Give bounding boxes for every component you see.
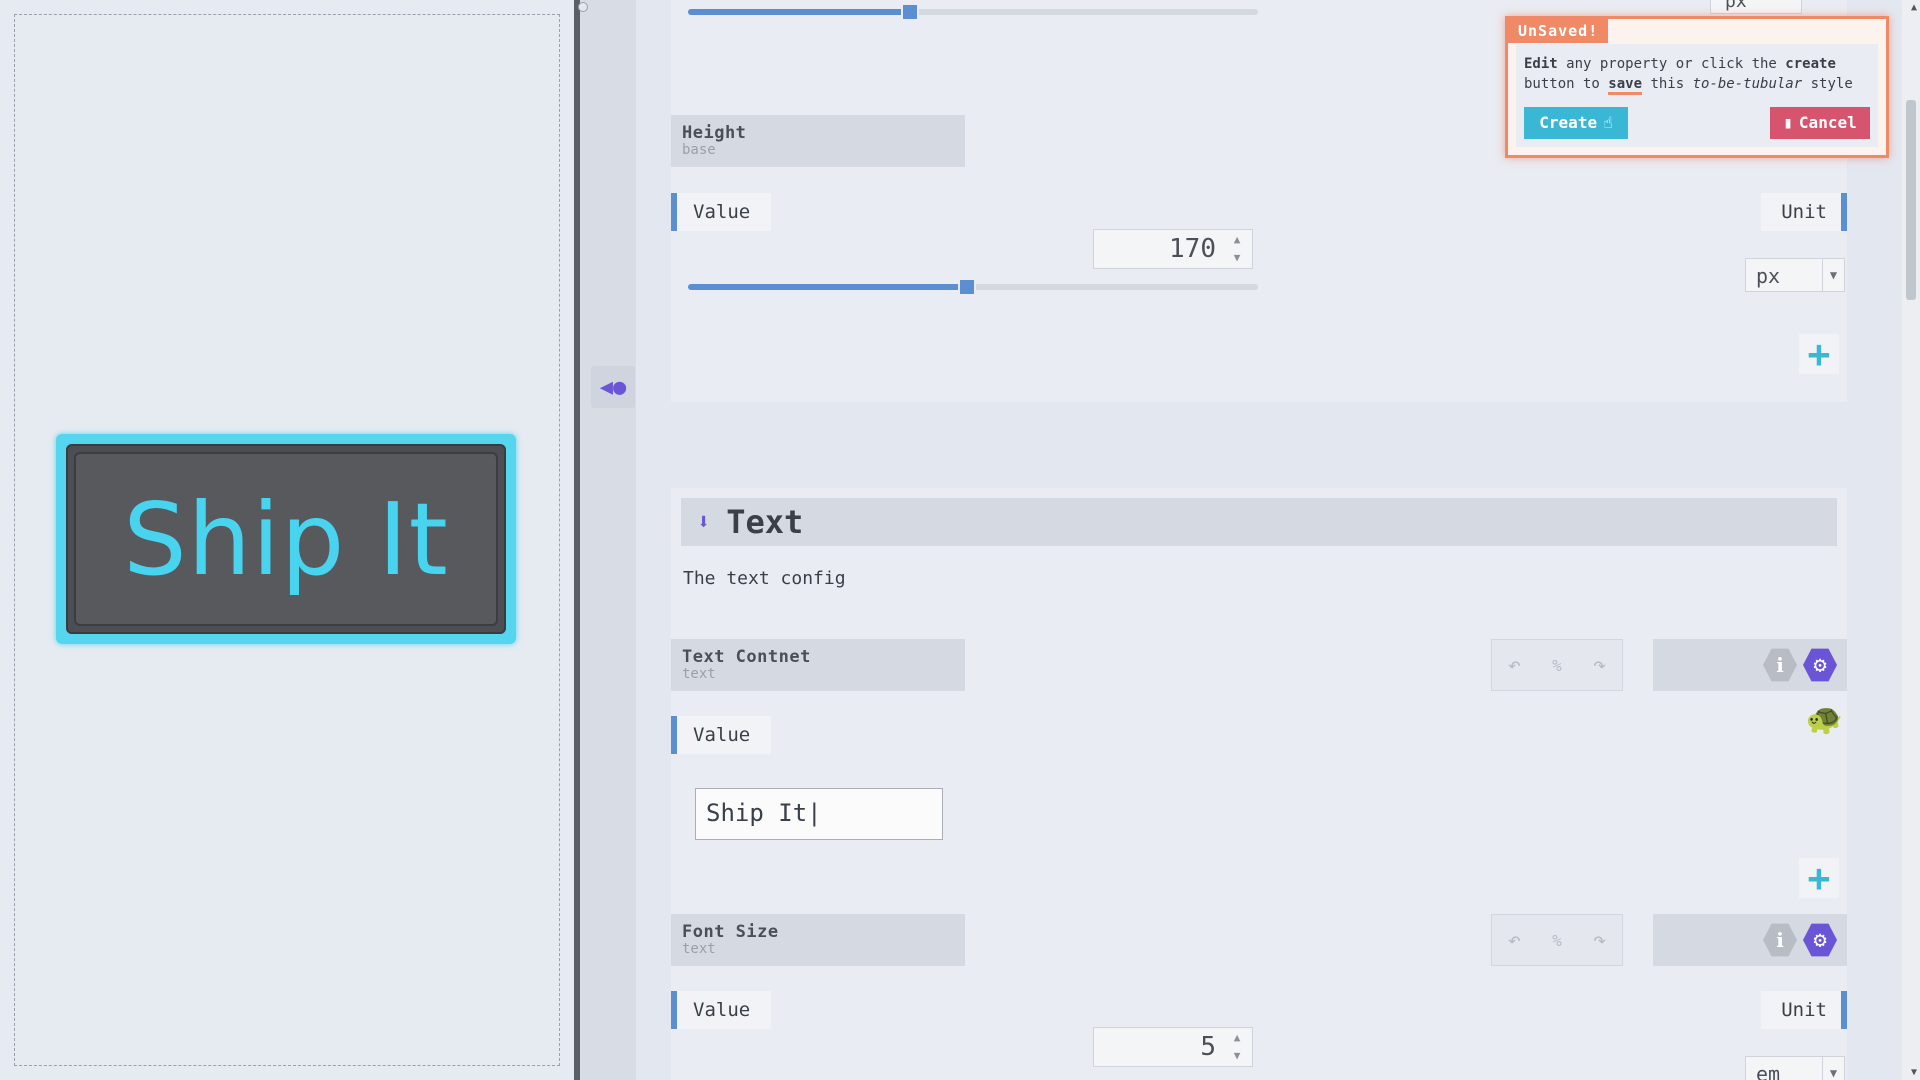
text-content-value-label: Value — [671, 716, 771, 754]
add-height-value-button[interactable]: + — [1799, 332, 1839, 376]
collapse-preview-button[interactable]: ◀● — [591, 366, 635, 408]
create-word: create — [1785, 56, 1836, 72]
font-size-unit-select[interactable]: em ▼ — [1745, 1056, 1845, 1080]
preview-button-inner: Ship It — [66, 444, 506, 634]
top-unit-select[interactable]: px — [1710, 0, 1802, 14]
width-slider[interactable] — [688, 3, 1258, 21]
width-slider-fill — [688, 9, 911, 15]
editor-main: Height base Value Unit 170 ▲ ▼ px ▼ + ⬇ … — [636, 0, 1902, 1080]
font-size-meta: i ⚙ — [1653, 914, 1847, 966]
top-unit-text: px — [1725, 0, 1747, 12]
chevron-down-icon: ▼ — [1822, 1057, 1844, 1080]
font-size-prop-sub: text — [682, 941, 716, 957]
undo-icon[interactable]: ↶ — [1508, 653, 1521, 678]
info-icon[interactable]: i — [1763, 923, 1797, 957]
tubular-word: to-be-tubular — [1692, 76, 1803, 92]
height-value-text: 170 — [1169, 234, 1216, 264]
thumbs-up-icon: ☝ — [1603, 113, 1613, 132]
info-icon[interactable]: i — [1763, 648, 1797, 682]
text-caret-icon: | — [807, 799, 822, 827]
msg-part-3: this — [1642, 76, 1693, 92]
preview-button[interactable]: Ship It — [56, 434, 516, 644]
unsaved-tab: UnSaved! — [1508, 19, 1609, 43]
create-button-label: Create — [1539, 113, 1598, 132]
font-size-unit-text: em — [1756, 1062, 1781, 1080]
font-size-spinner[interactable]: ▲ ▼ — [1226, 1032, 1248, 1062]
chevron-down-icon: ▼ — [1822, 259, 1844, 291]
gear-icon[interactable]: ⚙ — [1803, 923, 1837, 957]
spin-down-icon[interactable]: ▼ — [1234, 1050, 1241, 1062]
height-slider-knob[interactable] — [958, 278, 977, 296]
save-word: save — [1608, 76, 1643, 95]
font-size-value-label: Value — [671, 991, 771, 1029]
height-slider-fill — [688, 284, 968, 290]
trash-icon: ▮ — [1783, 113, 1793, 132]
height-slider[interactable] — [688, 278, 1258, 296]
height-prop-name: Height — [682, 123, 747, 143]
gear-icon[interactable]: ⚙ — [1803, 648, 1837, 682]
add-text-content-button[interactable]: + — [1799, 856, 1839, 900]
spin-up-icon[interactable]: ▲ — [1234, 1032, 1241, 1044]
height-prop-header: Height base — [671, 115, 965, 167]
text-content-tools: ↶ % ↷ — [1491, 639, 1623, 691]
preview-button-text: Ship It — [123, 480, 449, 598]
text-content-input-value: Ship It — [706, 799, 808, 827]
plus-icon: + — [1807, 856, 1831, 900]
height-value-label: Value — [671, 193, 771, 231]
font-size-value-input[interactable]: 5 ▲ ▼ — [1093, 1027, 1253, 1067]
font-size-tools: ↶ % ↷ — [1491, 914, 1623, 966]
main-scrollbar[interactable]: ▲ ▼ — [1902, 0, 1920, 1080]
text-section-title: ⬇ Text — [681, 498, 1837, 546]
percent-icon[interactable]: % — [1552, 931, 1562, 950]
unsaved-message: Edit any property or click the create bu… — [1516, 44, 1878, 147]
plus-icon: + — [1807, 332, 1831, 376]
redo-icon[interactable]: ↷ — [1593, 653, 1606, 678]
gutter — [580, 0, 636, 1080]
spin-up-icon[interactable]: ▲ — [1234, 234, 1241, 246]
text-content-prop-sub: text — [682, 666, 716, 682]
width-slider-knob[interactable] — [901, 3, 920, 21]
font-size-unit-label: Unit — [1761, 991, 1847, 1029]
font-size-value-text: 5 — [1200, 1032, 1216, 1062]
font-size-prop-name: Font Size — [682, 922, 779, 942]
preview-button-core: Ship It — [74, 452, 498, 626]
spin-down-icon[interactable]: ▼ — [1234, 252, 1241, 264]
turtle-icon[interactable]: 🐢 — [1806, 702, 1843, 737]
msg-part-4: style — [1802, 76, 1853, 92]
text-content-prop-header: Text Contnet text — [671, 639, 965, 691]
cancel-button-label: Cancel — [1798, 113, 1857, 132]
cancel-button[interactable]: ▮ Cancel — [1770, 107, 1870, 139]
scroll-thumb[interactable] — [1906, 100, 1916, 300]
undo-icon[interactable]: ↶ — [1508, 928, 1521, 953]
text-section-description: The text config — [683, 568, 846, 589]
create-button[interactable]: Create ☝ — [1524, 107, 1628, 139]
height-value-input[interactable]: 170 ▲ ▼ — [1093, 229, 1253, 269]
collapse-left-icon: ◀● — [599, 374, 627, 400]
unsaved-popup: UnSaved! Edit any property or click the … — [1505, 16, 1889, 158]
height-spinner[interactable]: ▲ ▼ — [1226, 234, 1248, 264]
text-content-input[interactable]: Ship It| — [695, 788, 943, 840]
font-size-prop-header: Font Size text — [671, 914, 965, 966]
gutter-dot — [578, 2, 588, 12]
pin-icon: ⬇ — [697, 509, 711, 535]
text-section-title-text: Text — [726, 503, 804, 541]
msg-part-1: any property or click the — [1557, 56, 1786, 72]
text-content-prop-name: Text Contnet — [682, 647, 811, 667]
percent-icon[interactable]: % — [1552, 656, 1562, 675]
scroll-down-icon[interactable]: ▼ — [1911, 1067, 1917, 1078]
edit-word: Edit — [1524, 56, 1558, 72]
preview-pane: Ship It — [0, 0, 574, 1080]
height-unit-label: Unit — [1761, 193, 1847, 231]
msg-part-2: button to — [1524, 76, 1609, 92]
redo-icon[interactable]: ↷ — [1593, 928, 1606, 953]
text-content-meta: i ⚙ — [1653, 639, 1847, 691]
height-unit-text: px — [1756, 264, 1781, 288]
text-card: ⬇ Text The text config Text Contnet text… — [671, 488, 1847, 1080]
scroll-up-icon[interactable]: ▲ — [1911, 2, 1917, 13]
height-prop-sub: base — [682, 142, 716, 158]
height-unit-select[interactable]: px ▼ — [1745, 258, 1845, 292]
